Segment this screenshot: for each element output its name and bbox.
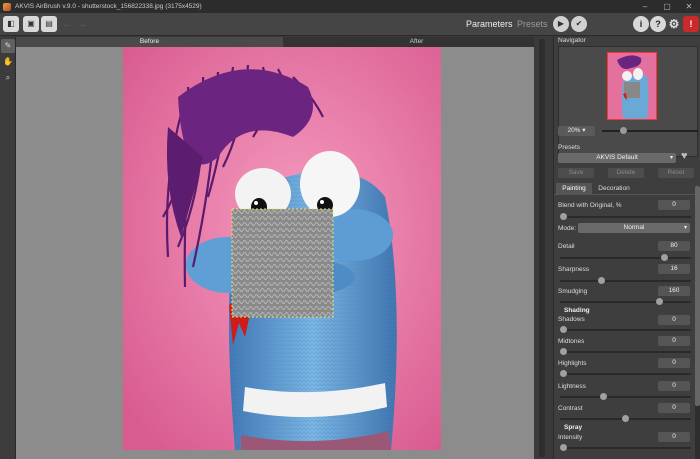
workspace: Before After <box>16 37 550 459</box>
zoom-value: 20% <box>567 127 581 134</box>
preset-selected: AKVIS Default <box>596 154 638 161</box>
tab-after[interactable]: After <box>283 37 550 47</box>
navigator-thumbnail <box>607 52 657 120</box>
highlights-value[interactable]: 0 <box>658 358 690 368</box>
lightness-slider[interactable] <box>560 393 691 400</box>
image-canvas[interactable] <box>16 47 550 459</box>
save-image-icon[interactable]: ▣ <box>23 16 39 32</box>
apply-icon[interactable]: ✔ <box>571 16 587 32</box>
midtones-value[interactable]: 0 <box>658 336 690 346</box>
undo-icon[interactable]: ← <box>61 17 73 31</box>
shadows-label: Shadows <box>558 316 585 323</box>
preset-dropdown[interactable]: AKVIS Default ▾ <box>558 153 676 163</box>
lightness-value[interactable]: 0 <box>658 381 690 391</box>
presets-title: Presets <box>558 144 581 151</box>
tab-decoration[interactable]: Decoration <box>594 183 634 194</box>
contrast-label: Contrast <box>558 405 583 412</box>
zoom-slider[interactable] <box>602 127 698 134</box>
feedback-icon[interactable]: ! <box>683 16 699 32</box>
mode-dropdown[interactable]: Normal ▾ <box>578 223 690 233</box>
batch-process-icon[interactable]: ▤ <box>41 16 57 32</box>
sharpness-value[interactable]: 16 <box>658 264 690 274</box>
info-icon[interactable]: i <box>633 16 649 32</box>
close-button[interactable]: ✕ <box>678 0 700 13</box>
shadows-slider[interactable] <box>560 326 691 333</box>
detail-label: Detail <box>558 243 575 250</box>
sock-puppet-image <box>123 47 441 450</box>
detail-slider[interactable] <box>560 254 691 261</box>
title-bar: AKVIS AirBrush v.9.0 - shutterstock_1568… <box>0 0 700 13</box>
intensity-value[interactable]: 0 <box>658 432 690 442</box>
detail-value[interactable]: 80 <box>658 241 690 251</box>
maximize-button[interactable]: ▢ <box>656 0 678 13</box>
mode-value: Normal <box>623 224 645 231</box>
minimize-button[interactable]: – <box>634 0 656 13</box>
zoom-tool-icon[interactable]: ⌕ <box>1 71 15 85</box>
blend-label: Blend with Original, % <box>558 202 622 209</box>
lightness-label: Lightness <box>558 383 586 390</box>
canvas-scrollbar[interactable] <box>534 37 550 459</box>
hand-tool-icon[interactable]: ✋ <box>1 55 15 69</box>
tab-before[interactable]: Before <box>16 37 283 47</box>
app-logo-icon <box>3 2 11 11</box>
settings-icon[interactable]: ⚙ <box>666 16 682 32</box>
open-image-icon[interactable]: ◧ <box>3 16 19 32</box>
mode-label: Mode: <box>558 225 577 232</box>
spray-heading: Spray <box>564 424 583 431</box>
highlights-slider[interactable] <box>560 370 691 377</box>
tool-column: ✎ ✋ ⌕ <box>0 37 16 459</box>
presets-tab[interactable]: Presets <box>517 18 548 30</box>
intensity-label: Intensity <box>558 434 583 441</box>
navigator-preview[interactable] <box>558 46 698 157</box>
zoom-slider-knob[interactable] <box>620 127 627 134</box>
panel-scrollbar[interactable] <box>695 186 700 459</box>
blend-value[interactable]: 0 <box>658 200 690 210</box>
highlights-label: Highlights <box>558 360 587 367</box>
sharpness-slider[interactable] <box>560 277 691 284</box>
contrast-slider[interactable] <box>560 415 691 422</box>
smudging-label: Smudging <box>558 288 588 295</box>
intensity-slider[interactable] <box>560 444 691 451</box>
navigator-viewport-frame[interactable] <box>607 52 657 120</box>
sharpness-label: Sharpness <box>558 266 590 273</box>
help-icon[interactable]: ? <box>650 16 666 32</box>
parameters-tab[interactable]: Parameters <box>466 18 513 30</box>
preset-save-button[interactable]: Save <box>558 168 594 178</box>
zoom-dropdown[interactable]: 20% ▾ <box>558 126 595 136</box>
smudging-slider[interactable] <box>560 298 691 305</box>
redo-icon[interactable]: → <box>76 17 88 31</box>
contrast-value[interactable]: 0 <box>658 403 690 413</box>
favorite-heart-icon[interactable]: ♥ <box>681 150 688 162</box>
window-title: AKVIS AirBrush v.9.0 - shutterstock_1568… <box>15 3 202 10</box>
preset-delete-button[interactable]: Delete <box>608 168 644 178</box>
shadows-value[interactable]: 0 <box>658 315 690 325</box>
brush-tool-icon[interactable]: ✎ <box>1 39 15 53</box>
tab-painting[interactable]: Painting <box>556 183 592 194</box>
toolbar: ◧ ▣ ▤ ← → Parameters Presets ▶ ✔ i ? ⚙ ! <box>0 13 700 36</box>
midtones-label: Midtones <box>558 338 585 345</box>
midtones-slider[interactable] <box>560 348 691 355</box>
shading-heading: Shading <box>564 307 590 314</box>
settings-panel: Navigator 20% ▾ Presets AKVIS Default▾ <box>553 37 700 459</box>
navigator-title: Navigator <box>558 37 586 44</box>
preset-reset-button[interactable]: Reset <box>658 168 694 178</box>
smudging-value[interactable]: 160 <box>658 286 690 296</box>
run-icon[interactable]: ▶ <box>553 16 569 32</box>
blend-slider[interactable] <box>560 213 691 220</box>
